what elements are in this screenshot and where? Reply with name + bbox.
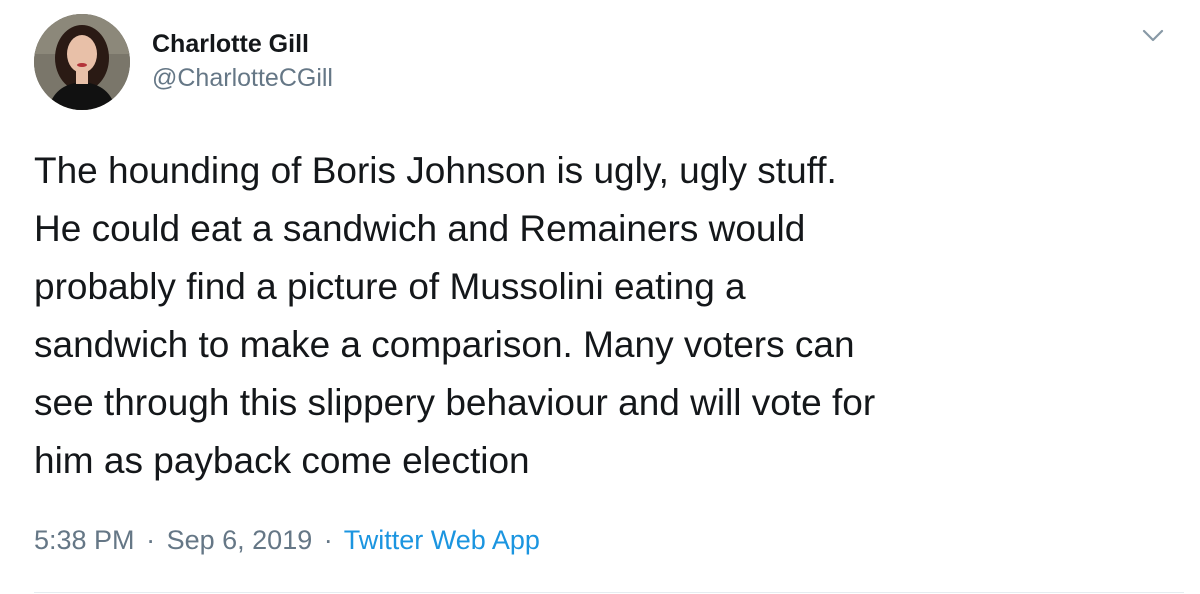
meta-separator: · [323, 525, 333, 555]
tweet-meta: 5:38 PM · Sep 6, 2019 · Twitter Web App [34, 525, 540, 556]
tweet-source-link[interactable]: Twitter Web App [344, 525, 540, 555]
meta-separator: · [146, 525, 156, 555]
chevron-down-icon [1142, 29, 1164, 48]
author-handle[interactable]: @CharlotteCGill [152, 64, 333, 93]
tweet-menu-button[interactable] [1138, 26, 1168, 50]
tweet-text: The hounding of Boris Johnson is ugly, u… [34, 150, 876, 481]
divider [34, 592, 1184, 593]
tweet-card: Charlotte Gill @CharlotteCGill The hound… [0, 0, 1200, 594]
author-display-name[interactable]: Charlotte Gill [152, 30, 309, 59]
tweet-date[interactable]: Sep 6, 2019 [167, 525, 313, 555]
tweet-time[interactable]: 5:38 PM [34, 525, 135, 555]
avatar[interactable] [34, 14, 130, 110]
